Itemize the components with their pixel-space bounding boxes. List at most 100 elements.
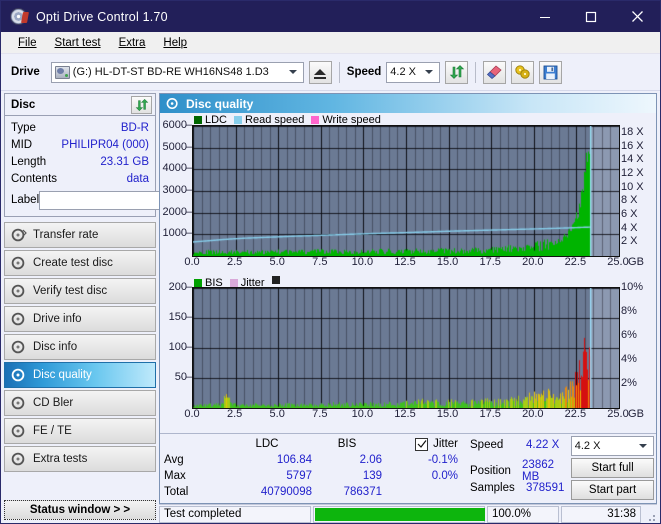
sidebar-item-disc-quality[interactable]: Disc quality [4, 362, 156, 388]
content-area: Disc quality LDC Read speed Write speed … [159, 91, 660, 523]
sidebar-item-transfer-rate[interactable]: Transfer rate [4, 222, 156, 248]
toolbar-divider-2 [475, 61, 477, 83]
stats-avg-bis: 2.06 [359, 454, 382, 466]
legend-item-ldc: LDC [194, 114, 227, 126]
x-tick-label: 5.0 [269, 408, 285, 420]
sidebar-item-disc-info[interactable]: Disc info [4, 334, 156, 360]
refresh-button[interactable] [445, 60, 469, 84]
disc-length-value: 23.31 GB [100, 155, 149, 168]
samples-readout-value: 378591 [526, 481, 565, 494]
x-tick-label: 0.0 [184, 408, 200, 420]
erase-button[interactable] [483, 60, 507, 84]
y2-tick-label: 10% [621, 281, 644, 293]
x-tick-label: 5.0 [269, 256, 285, 268]
ldc-chart-canvas [193, 126, 619, 256]
y-tick-label: 5000 [162, 140, 187, 153]
save-button[interactable] [539, 60, 563, 84]
disc-quality-icon [166, 97, 178, 110]
stats-area: LDC BIS Jitter Avg 106.84 2.06 -0.1% Max… [160, 433, 656, 503]
disc-icon [11, 424, 25, 438]
tools-button[interactable] [511, 60, 535, 84]
legend-item-read-speed: Read speed [234, 114, 304, 126]
panel-header: Disc quality [160, 94, 656, 113]
disc-info-group: Disc Type BD-R MID PHILIPR04 (000) Lengt… [4, 93, 244, 217]
speed-label: Speed [346, 66, 382, 78]
stats-total-bis: 786371 [343, 486, 382, 498]
stats-table: LDC BIS Jitter Avg 106.84 2.06 -0.1% Max… [164, 436, 464, 500]
test-speed-select[interactable]: 4.2 X [570, 436, 655, 456]
x-tick-label: 17.5 [479, 256, 501, 268]
disc-row-type: Type BD-R [11, 119, 149, 136]
test-readouts: Speed 4.22 X Position 23862 MB Samples 3… [470, 436, 571, 500]
x-tick-label: 10.0 [351, 256, 374, 268]
menu-bar: File Start test Extra Help [1, 32, 660, 54]
minimize-button[interactable] [522, 1, 568, 32]
stats-col-jitter: Jitter [433, 438, 458, 450]
readout-samples: Samples 378591 [470, 479, 571, 496]
disc-type-value: BD-R [120, 121, 149, 134]
stats-col-ldc: LDC [255, 438, 279, 450]
sidebar-item-fe-te[interactable]: FE / TE [4, 418, 156, 444]
close-button[interactable] [614, 1, 660, 32]
sidebar-label: Disc info [33, 341, 78, 353]
y2-tick-label: 6% [621, 329, 637, 341]
start-full-button[interactable]: Start full [570, 458, 655, 478]
y2-tick-label: 16 X [621, 139, 644, 152]
x-axis-unit-label: GB [628, 408, 644, 420]
drive-select[interactable]: (G:) HL-DT-ST BD-RE WH16NS48 1.D3 [50, 61, 304, 83]
sidebar-item-verify-test-disc[interactable]: Verify test disc [4, 278, 156, 304]
window-title: Opti Drive Control 1.70 [36, 9, 168, 24]
y2-tick-label: 14 X [621, 153, 644, 166]
sidebar-item-extra-tests[interactable]: Extra tests [4, 446, 156, 472]
sidebar: Disc Type BD-R MID PHILIPR04 (000) Lengt… [1, 91, 244, 523]
disc-group-title: Disc [11, 98, 36, 111]
disc-mid-value: PHILIPR04 (000) [61, 138, 149, 151]
menu-start-test[interactable]: Start test [46, 35, 110, 51]
app-disc-icon [10, 8, 27, 25]
disc-info-rows: Type BD-R MID PHILIPR04 (000) Length 23.… [5, 116, 244, 216]
nav-list: Transfer rate Create test disc Verify te… [4, 222, 156, 472]
sidebar-label: Disc quality [33, 369, 92, 381]
x-tick-label: 15.0 [436, 408, 459, 420]
drive-select-value: (G:) HL-DT-ST BD-RE WH16NS48 1.D3 [72, 66, 269, 78]
status-window-button[interactable]: Status window > > [4, 500, 156, 520]
disc-icon [11, 396, 25, 410]
disc-row-contents: Contents data [11, 170, 149, 187]
speed-select[interactable]: 4.2 X [386, 61, 441, 83]
stats-avg-jitter: -0.1% [427, 454, 458, 466]
resize-grip[interactable] [643, 506, 657, 523]
test-controls: Speed 4.22 X Position 23862 MB Samples 3… [464, 436, 656, 500]
sidebar-label: Verify test disc [33, 285, 108, 297]
eject-button[interactable] [308, 60, 332, 84]
legend-swatch-bis [194, 279, 202, 287]
disc-icon [11, 340, 25, 354]
y2-tick-label: 2 X [621, 235, 638, 248]
menu-help[interactable]: Help [154, 35, 196, 51]
start-part-button[interactable]: Start part [570, 480, 655, 500]
sidebar-item-drive-info[interactable]: Drive info [4, 306, 156, 332]
drive-toolbar: Drive (G:) HL-DT-ST BD-RE WH16NS48 1.D3 … [1, 54, 660, 91]
sidebar-label: Transfer rate [33, 229, 99, 241]
disc-refresh-button[interactable] [131, 95, 152, 114]
y-tick-label: 2000 [162, 205, 187, 218]
legend-swatch-write-speed [311, 116, 320, 124]
sidebar-item-cd-bler[interactable]: CD Bler [4, 390, 156, 416]
stats-row-total: Total 40790098 786371 [164, 484, 464, 500]
legend-item-bis: BIS [194, 277, 223, 289]
progress-bar [313, 505, 485, 523]
disc-label-row: Label [11, 188, 244, 212]
test-speed-value: 4.2 X [574, 440, 601, 452]
stats-row-label: Avg [164, 454, 184, 466]
jitter-checkbox[interactable] [415, 437, 429, 451]
speed-readout-value: 4.22 X [526, 438, 560, 451]
test-buttons: 4.2 X Start full Start part [570, 436, 657, 500]
sidebar-item-create-test-disc[interactable]: Create test disc [4, 250, 156, 276]
menu-extra[interactable]: Extra [110, 35, 155, 51]
menu-file[interactable]: File [9, 35, 46, 51]
disc-icon [11, 452, 25, 466]
x-tick-label: 2.5 [226, 256, 243, 268]
y2-tick-label: 12 X [621, 166, 644, 179]
jitter-header: Jitter [382, 437, 462, 451]
bis-chart-y-axis: 50–100–150–200– [160, 281, 192, 407]
maximize-button[interactable] [568, 1, 614, 32]
